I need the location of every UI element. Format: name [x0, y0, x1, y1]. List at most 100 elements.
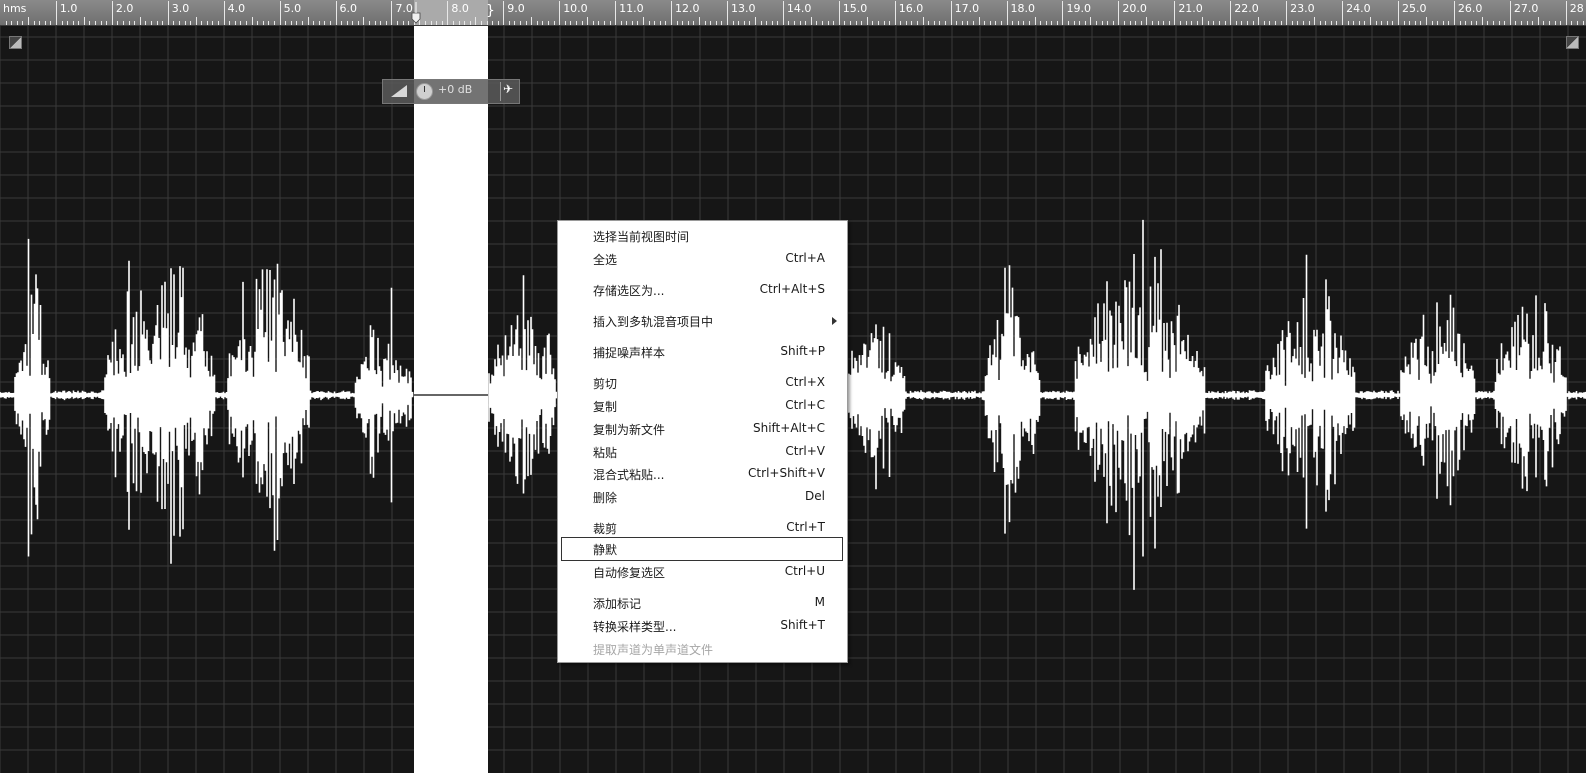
ruler-minor-tick	[1459, 21, 1461, 25]
menu-item[interactable]: 复制 Ctrl+C	[558, 395, 847, 417]
zoom-corner-left-icon[interactable]	[9, 36, 22, 49]
menu-item[interactable]: 转换采样类型... Shift+T	[558, 615, 847, 637]
menu-item[interactable]: 捕捉噪声样本 Shift+P	[558, 341, 847, 363]
ruler-major-tick	[1006, 1, 1008, 25]
ruler-tick-label: 2.0	[115, 2, 134, 15]
ruler-tick-label: 13.0	[730, 2, 756, 15]
ruler-minor-tick	[1319, 21, 1321, 25]
ruler-minor-tick	[1420, 21, 1422, 25]
menu-item-shortcut: Ctrl+T	[786, 520, 825, 534]
ruler-minor-tick	[441, 21, 443, 25]
menu-item-shortcut: Ctrl+X	[785, 375, 825, 389]
menu-item[interactable]: 自动修复选区 Ctrl+U	[558, 561, 847, 583]
ruler-minor-tick	[5, 21, 7, 25]
ruler-minor-tick	[973, 21, 974, 25]
ruler-minor-tick	[1465, 21, 1467, 25]
menu-item-shortcut: Del	[805, 489, 825, 503]
ruler-minor-tick	[452, 21, 454, 25]
ramp-icon	[391, 85, 407, 97]
ruler-minor-tick	[693, 21, 695, 25]
ruler-minor-tick	[1448, 21, 1450, 25]
ruler-minor-tick	[83, 17, 85, 25]
ruler-minor-tick	[514, 21, 516, 25]
ruler-minor-tick	[855, 21, 857, 25]
menu-item-label: 裁剪	[593, 522, 618, 536]
menu-item[interactable]: 混合式粘贴... Ctrl+Shift+V	[558, 463, 847, 485]
gain-value: +0 dB	[438, 83, 473, 96]
ruler-minor-tick	[889, 21, 891, 25]
ruler-minor-tick	[699, 17, 700, 25]
ruler-major-tick	[1509, 1, 1511, 25]
ruler-minor-tick	[1425, 17, 1427, 25]
menu-item[interactable]: 插入到多轨混音项目中	[558, 310, 847, 332]
ruler-minor-tick	[805, 21, 807, 25]
playhead-icon[interactable]	[411, 0, 421, 25]
ruler-minor-tick	[1051, 21, 1053, 25]
menu-item-label: 复制为新文件	[593, 423, 666, 437]
ruler-minor-tick	[480, 21, 482, 25]
menu-item[interactable]: 粘贴 Ctrl+V	[558, 441, 847, 463]
ruler-minor-tick	[553, 21, 555, 25]
menu-item-shortcut: Shift+P	[780, 344, 825, 358]
menu-item-label: 自动修复选区	[593, 566, 666, 580]
ruler-minor-tick	[100, 21, 102, 25]
menu-item[interactable]: 裁剪 Ctrl+T	[558, 517, 847, 539]
ruler-minor-tick	[598, 21, 600, 25]
gain-knob[interactable]	[416, 83, 433, 100]
ruler-minor-tick	[956, 21, 958, 25]
ruler-minor-tick	[771, 21, 773, 25]
menu-item[interactable]: 选择当前视图时间	[558, 225, 847, 247]
ruler-minor-tick	[581, 21, 583, 25]
ruler-minor-tick	[1431, 21, 1433, 25]
ruler-minor-tick	[1274, 21, 1276, 25]
menu-item[interactable]: 删除 Del	[558, 486, 847, 508]
ruler-minor-tick	[201, 21, 203, 25]
menu-item-shortcut: M	[814, 595, 825, 609]
ruler-minor-tick	[1576, 21, 1578, 25]
ruler-major-tick	[726, 1, 728, 25]
selection-end-marker-icon[interactable]: }	[486, 3, 495, 19]
time-ruler[interactable]: hms 1.0 2.0 3.0 4.0 5.0 6.0 7.0 8.0 9.0 10.0 11.0 1…	[0, 0, 1586, 26]
ruler-minor-tick	[1045, 21, 1047, 25]
ruler-minor-tick	[1202, 17, 1204, 25]
ruler-minor-tick	[1308, 21, 1310, 25]
ruler-tick-label: 11.0	[619, 2, 644, 15]
ruler-minor-tick	[609, 21, 611, 25]
ruler-minor-tick	[1023, 21, 1025, 25]
ruler-minor-tick	[1224, 21, 1226, 25]
ruler-major-tick	[279, 1, 281, 25]
selection-waveform	[414, 394, 488, 396]
ruler-minor-tick	[145, 21, 147, 25]
menu-item[interactable]: 存储选区为... Ctrl+Alt+S	[558, 279, 847, 301]
ruler-minor-tick	[732, 21, 734, 25]
hud-divider	[500, 82, 501, 101]
ruler-minor-tick	[866, 17, 868, 25]
ruler-tick-label: 20.0	[1122, 2, 1147, 15]
menu-item-shortcut: Shift+Alt+C	[752, 421, 825, 435]
ruler-minor-tick	[1040, 21, 1042, 25]
ruler-minor-tick	[1437, 21, 1439, 25]
ruler-major-tick	[1118, 1, 1120, 25]
menu-item[interactable]: 剪切 Ctrl+X	[558, 372, 847, 394]
menu-item[interactable]: 静默	[561, 537, 843, 561]
ruler-tick-label: 16.0	[898, 2, 924, 15]
ruler-minor-tick	[458, 21, 460, 25]
menu-item[interactable]: 全选 Ctrl+A	[558, 248, 847, 270]
menu-item-label: 插入到多轨混音项目中	[593, 315, 714, 329]
zoom-corner-right-icon[interactable]	[1566, 36, 1579, 49]
ruler-minor-tick	[883, 21, 885, 25]
menu-item-label: 全选	[593, 253, 618, 267]
ruler-minor-tick	[1151, 21, 1153, 25]
ruler-minor-tick	[978, 17, 980, 25]
ruler-minor-tick	[570, 21, 572, 25]
menu-item-label: 提取声道为单声道文件	[593, 643, 714, 657]
gain-hud[interactable]: +0 dB ✈	[382, 79, 520, 104]
pin-icon[interactable]: ✈	[503, 82, 513, 96]
ruler-major-tick	[950, 1, 952, 25]
menu-item[interactable]: 添加标记 M	[558, 592, 847, 614]
menu-item[interactable]: 复制为新文件 Shift+Alt+C	[558, 418, 847, 440]
ruler-minor-tick	[1403, 21, 1405, 25]
ruler-minor-tick	[1012, 21, 1014, 25]
ruler-minor-tick	[1526, 21, 1528, 25]
ruler-minor-tick	[816, 21, 818, 25]
